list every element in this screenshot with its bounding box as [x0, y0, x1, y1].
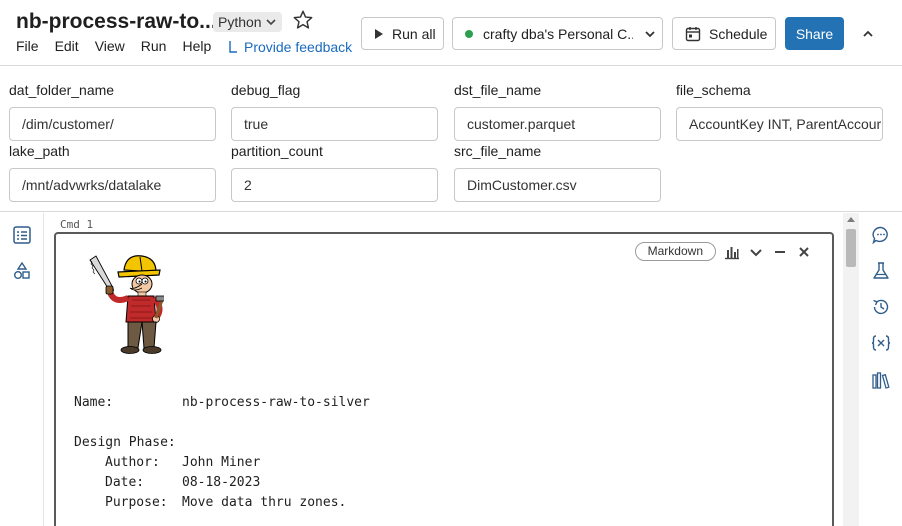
widget-input[interactable]: /dim/customer/	[9, 107, 216, 141]
notebook-header: nb-process-raw-to... Python File Edit Vi…	[0, 0, 902, 66]
cell-type-badge[interactable]: Markdown	[634, 242, 716, 261]
widget-file-schema: file_schema AccountKey INT, ParentAccour	[676, 82, 883, 141]
bar-chart-icon[interactable]	[724, 244, 740, 260]
menu-run[interactable]: Run	[141, 38, 167, 54]
provide-feedback-link[interactable]: Provide feedback	[228, 39, 352, 55]
menu-bar: File Edit View Run Help	[16, 38, 227, 54]
run-all-button[interactable]: Run all	[361, 17, 444, 50]
author-key: Author:	[105, 455, 160, 470]
purpose-key: Purpose:	[105, 495, 168, 510]
date-value: 08-18-2023	[182, 475, 261, 490]
chevron-down-icon[interactable]	[748, 244, 764, 260]
date-key: Date:	[105, 475, 145, 490]
widget-input[interactable]: /mnt/advwrks/datalake	[9, 168, 216, 202]
schedule-label: Schedule	[709, 25, 768, 42]
share-button[interactable]: Share	[785, 17, 844, 50]
widget-partition-count: partition_count 2	[231, 143, 438, 202]
menu-help[interactable]: Help	[182, 38, 211, 54]
chevron-down-icon	[266, 19, 276, 26]
language-label: Python	[218, 14, 262, 30]
design-phase-heading: Design Phase:	[74, 435, 176, 450]
chevron-up-icon[interactable]	[860, 26, 876, 42]
widget-lake-path: lake_path /mnt/advwrks/datalake	[9, 143, 216, 202]
construction-worker-illustration	[89, 255, 164, 354]
calendar-icon	[685, 26, 701, 41]
widget-panel: dat_folder_name /dim/customer/ debug_fla…	[0, 66, 902, 212]
widget-label: dat_folder_name	[9, 82, 115, 98]
scroll-thumb[interactable]	[846, 229, 856, 267]
close-icon[interactable]	[796, 244, 812, 260]
menu-file[interactable]: File	[16, 38, 39, 54]
purpose-value: Move data thru zones.	[182, 495, 347, 510]
widget-label: file_schema	[676, 82, 751, 98]
variables-icon[interactable]	[871, 333, 891, 353]
name-key: Name:	[74, 395, 114, 410]
cluster-selector[interactable]: crafty dba's Personal C...	[452, 17, 663, 50]
widget-label: debug_flag	[231, 82, 301, 98]
widget-input[interactable]: DimCustomer.csv	[454, 168, 661, 202]
cell-toolbar: Markdown	[634, 242, 812, 261]
widget-input[interactable]: AccountKey INT, ParentAccour	[676, 107, 883, 141]
library-icon[interactable]	[871, 371, 891, 391]
notebook-title[interactable]: nb-process-raw-to...	[16, 10, 217, 34]
schedule-button[interactable]: Schedule	[672, 17, 776, 50]
author-value: John Miner	[182, 455, 261, 470]
menu-view[interactable]: View	[95, 38, 125, 54]
right-rail	[862, 213, 902, 526]
feedback-icon	[229, 41, 237, 53]
widget-label: src_file_name	[454, 143, 542, 159]
widget-input[interactable]: customer.parquet	[454, 107, 661, 141]
cluster-status-dot	[465, 29, 473, 38]
vertical-scrollbar[interactable]	[843, 213, 859, 526]
table-of-contents-icon[interactable]	[12, 225, 32, 245]
widget-debug-flag: debug_flag true	[231, 82, 438, 141]
minimize-icon[interactable]	[772, 244, 788, 260]
cmd-label: Cmd 1	[60, 218, 94, 231]
menu-edit[interactable]: Edit	[55, 38, 79, 54]
widget-input[interactable]: true	[231, 107, 438, 141]
language-selector[interactable]: Python	[213, 12, 282, 32]
cluster-label: crafty dba's Personal C...	[483, 25, 633, 42]
history-icon[interactable]	[871, 297, 891, 317]
widget-input[interactable]: 2	[231, 168, 438, 202]
experiment-icon[interactable]	[871, 261, 891, 281]
run-all-label: Run all	[392, 25, 436, 42]
widget-label: dst_file_name	[454, 82, 542, 98]
widget-label: lake_path	[9, 143, 70, 159]
left-rail	[0, 213, 44, 526]
name-value: nb-process-raw-to-silver	[182, 395, 370, 410]
star-icon[interactable]	[292, 9, 314, 31]
chevron-down-icon	[645, 30, 655, 37]
play-icon	[375, 28, 383, 39]
widget-label: partition_count	[231, 143, 323, 159]
widget-src-file-name: src_file_name DimCustomer.csv	[454, 143, 661, 202]
comment-icon[interactable]	[871, 225, 891, 245]
feedback-label: Provide feedback	[244, 39, 353, 55]
markdown-cell[interactable]: Markdown Name: nb-process-raw-to-silver …	[54, 232, 834, 526]
scroll-up-arrow-icon[interactable]	[847, 217, 855, 222]
shapes-icon[interactable]	[12, 261, 32, 281]
widget-dst-file-name: dst_file_name customer.parquet	[454, 82, 661, 141]
widget-dat-folder-name: dat_folder_name /dim/customer/	[9, 82, 216, 141]
